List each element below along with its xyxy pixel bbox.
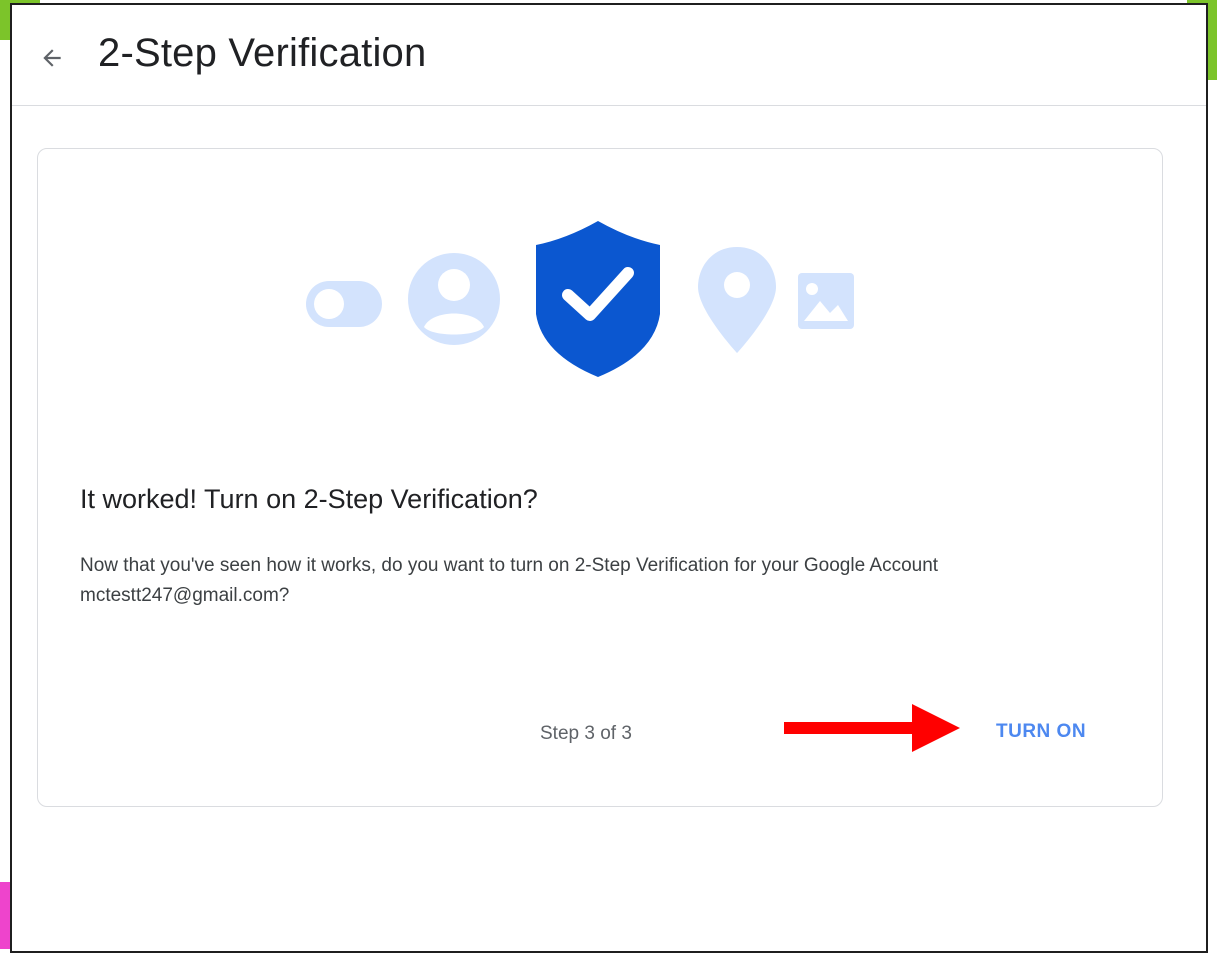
image-icon <box>798 273 854 329</box>
page-title: 2-Step Verification <box>98 31 427 75</box>
toggle-icon <box>306 281 382 327</box>
app-window: 2-Step Verification It worked! Turn on 2… <box>10 3 1208 953</box>
account-circle-icon <box>408 253 500 345</box>
card-heading: It worked! Turn on 2-Step Verification? <box>80 484 538 514</box>
turn-on-button[interactable]: TURN ON <box>980 711 1102 753</box>
card-description: Now that you've seen how it works, do yo… <box>80 555 939 606</box>
back-button[interactable] <box>32 38 72 78</box>
step-indicator: Step 3 of 3 <box>540 723 632 744</box>
hero-illustration <box>306 221 854 377</box>
location-pin-icon <box>698 247 776 353</box>
arrow-back-icon <box>43 49 61 67</box>
app-bar: 2-Step Verification <box>12 5 1206 106</box>
shield-check-icon <box>536 221 660 377</box>
red-annotation-arrow <box>784 704 960 752</box>
verification-card: It worked! Turn on 2-Step Verification? … <box>37 148 1163 807</box>
